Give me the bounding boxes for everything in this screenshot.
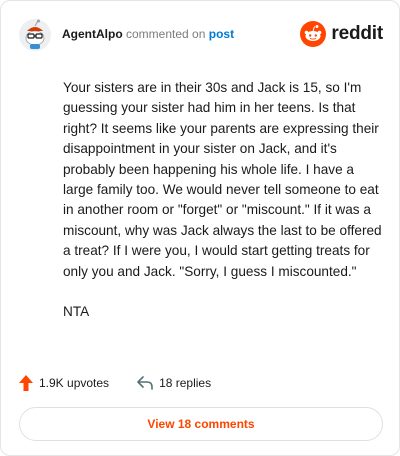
comment-card: AgentAlpo commented on post reddit Your … (0, 0, 400, 456)
upvote-arrow-icon (19, 375, 33, 391)
reddit-snoo-icon (300, 21, 327, 47)
comment-paragraph: Your sisters are in their 30s and Jack i… (63, 80, 382, 279)
username-link[interactable]: AgentAlpo (62, 27, 123, 41)
upvotes-count: 1.9K upvotes (39, 376, 110, 390)
reddit-logo-text: reddit (331, 23, 383, 44)
comment-meta: AgentAlpo commented on post (62, 27, 234, 41)
comment-header: AgentAlpo commented on post reddit (19, 15, 383, 55)
comment-stats: 1.9K upvotes 18 replies (19, 373, 211, 393)
comment-body: Your sisters are in their 30s and Jack i… (63, 78, 385, 342)
upvotes-stat[interactable]: 1.9K upvotes (19, 375, 109, 391)
reddit-logo[interactable]: reddit (300, 19, 383, 49)
snoo-avatar-icon[interactable] (19, 19, 51, 51)
replies-stat[interactable]: 18 replies (137, 376, 211, 390)
view-comments-button[interactable]: View 18 comments (19, 407, 383, 441)
replies-count: 18 replies (159, 376, 212, 390)
post-link[interactable]: post (209, 27, 234, 41)
reply-arrow-icon (137, 376, 153, 390)
comment-paragraph: NTA (63, 304, 90, 320)
commented-on-text: commented on (126, 27, 206, 41)
